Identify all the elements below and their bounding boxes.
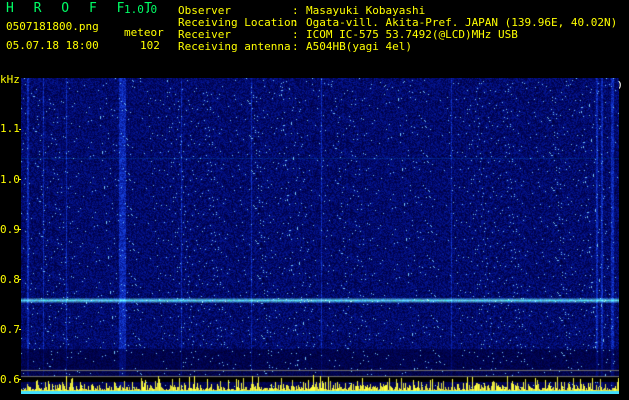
antenna-separator: :	[292, 40, 299, 53]
freq-label-0-6: 0.6	[0, 373, 20, 386]
freq-label-0-7: 0.7	[0, 323, 20, 336]
freq-unit-label: kHz	[0, 73, 20, 86]
meteor-count: 102	[140, 39, 160, 52]
freq-label-1-1: 1.1	[0, 122, 20, 135]
timestamp: 05.07.18 18:00	[6, 39, 99, 52]
freq-label-0-9: 0.9	[0, 223, 20, 236]
hroft-screen: H R O F F T 1.0.0 0507181800.png meteor …	[0, 0, 629, 400]
spectrogram-waterfall	[21, 78, 619, 394]
freq-label-0-8: 0.8	[0, 273, 20, 286]
antenna-value: A504HB(yagi 4el)	[306, 40, 412, 53]
mode-label: meteor	[124, 26, 164, 39]
app-version: 1.0.0	[124, 3, 158, 16]
freq-label-1-0: 1.0	[0, 173, 20, 186]
antenna-label: Receiving antenna	[178, 40, 291, 53]
file-name: 0507181800.png	[6, 20, 99, 33]
waterfall-canvas	[21, 78, 619, 394]
